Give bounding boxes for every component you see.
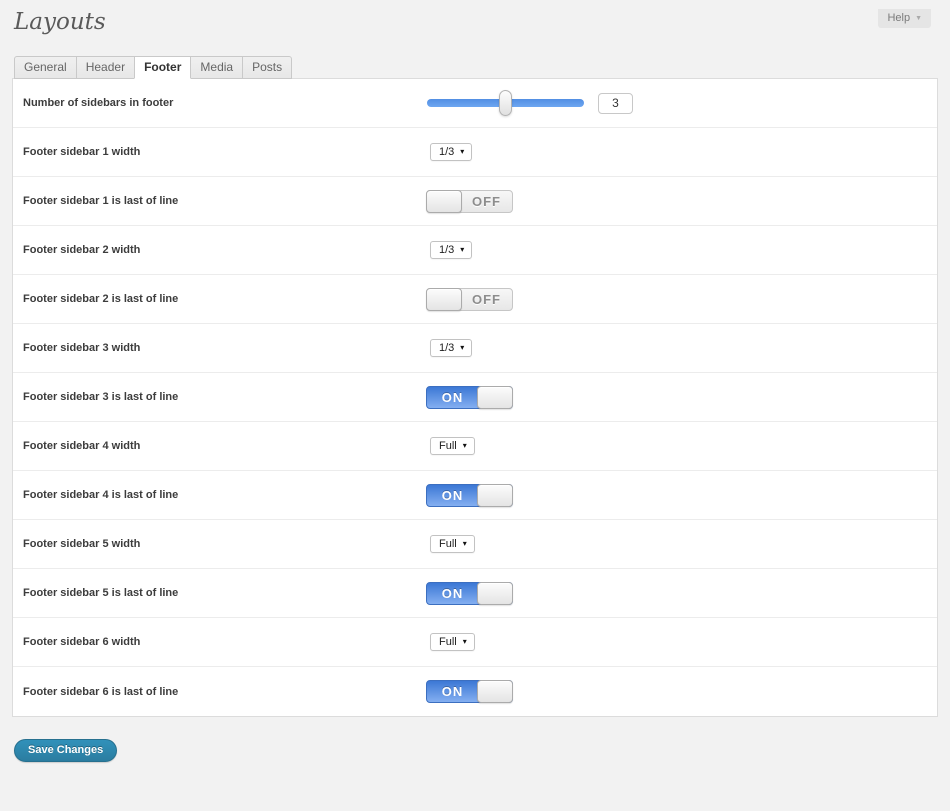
setting-label: Footer sidebar 4 width: [13, 440, 426, 452]
toggle-knob: [477, 582, 513, 605]
dropdown-arrow-icon: ▾: [460, 246, 464, 254]
tab-bar: General Header Footer Media Posts: [14, 56, 950, 79]
sidebar2-width-select[interactable]: 1/3 ▾: [430, 241, 472, 259]
sidebar3-width-select[interactable]: 1/3 ▾: [430, 339, 472, 357]
setting-label: Footer sidebar 6 is last of line: [13, 686, 426, 698]
dropdown-arrow-icon: ▾: [463, 442, 467, 450]
tab-posts[interactable]: Posts: [242, 56, 292, 79]
setting-row: Footer sidebar 4 width Full ▾: [13, 422, 937, 471]
sidebar1-last-toggle[interactable]: OFF: [426, 190, 513, 213]
setting-row: Footer sidebar 3 is last of line ON: [13, 373, 937, 422]
toggle-knob: [426, 190, 462, 213]
toggle-state-label: OFF: [461, 289, 512, 310]
tab-footer[interactable]: Footer: [134, 56, 191, 79]
setting-row: Footer sidebar 1 width 1/3 ▾: [13, 128, 937, 177]
save-changes-button[interactable]: Save Changes: [14, 739, 117, 762]
setting-row: Footer sidebar 2 is last of line OFF: [13, 275, 937, 324]
help-button[interactable]: Help ▼: [878, 9, 931, 28]
sidebar6-width-select[interactable]: Full ▾: [430, 633, 475, 651]
setting-row: Footer sidebar 2 width 1/3 ▾: [13, 226, 937, 275]
settings-panel: Number of sidebars in footer Footer side…: [12, 78, 938, 717]
help-button-label: Help: [887, 12, 910, 24]
setting-label: Footer sidebar 2 is last of line: [13, 293, 426, 305]
toggle-knob: [426, 288, 462, 311]
setting-label: Number of sidebars in footer: [13, 97, 426, 109]
toggle-knob: [477, 680, 513, 703]
dropdown-value: Full: [439, 636, 457, 648]
setting-label: Footer sidebar 5 width: [13, 538, 426, 550]
slider-handle[interactable]: [499, 90, 512, 116]
setting-label: Footer sidebar 6 width: [13, 636, 426, 648]
setting-row: Footer sidebar 1 is last of line OFF: [13, 177, 937, 226]
sidebar6-last-toggle[interactable]: ON: [426, 680, 513, 703]
tab-header[interactable]: Header: [76, 56, 135, 79]
setting-row: Footer sidebar 6 width Full ▾: [13, 618, 937, 667]
setting-row: Footer sidebar 4 is last of line ON: [13, 471, 937, 520]
chevron-down-icon: ▼: [915, 15, 922, 22]
sidebar4-last-toggle[interactable]: ON: [426, 484, 513, 507]
setting-label: Footer sidebar 1 is last of line: [13, 195, 426, 207]
setting-label: Footer sidebar 3 is last of line: [13, 391, 426, 403]
dropdown-value: Full: [439, 538, 457, 550]
setting-label: Footer sidebar 5 is last of line: [13, 587, 426, 599]
slider-track[interactable]: [427, 99, 584, 107]
toggle-state-label: ON: [427, 681, 478, 702]
sidebar5-width-select[interactable]: Full ▾: [430, 535, 475, 553]
tab-general[interactable]: General: [14, 56, 77, 79]
sidebar3-last-toggle[interactable]: ON: [426, 386, 513, 409]
setting-row: Footer sidebar 5 width Full ▾: [13, 520, 937, 569]
toggle-knob: [477, 484, 513, 507]
toggle-knob: [477, 386, 513, 409]
tab-media[interactable]: Media: [190, 56, 243, 79]
toggle-state-label: OFF: [461, 191, 512, 212]
dropdown-value: 1/3: [439, 342, 454, 354]
page-title: Layouts: [14, 9, 950, 35]
sidebar-count-input[interactable]: [598, 93, 633, 114]
dropdown-value: 1/3: [439, 244, 454, 256]
setting-label: Footer sidebar 2 width: [13, 244, 426, 256]
toggle-state-label: ON: [427, 387, 478, 408]
dropdown-arrow-icon: ▾: [460, 344, 464, 352]
setting-row: Footer sidebar 5 is last of line ON: [13, 569, 937, 618]
dropdown-arrow-icon: ▾: [463, 540, 467, 548]
dropdown-arrow-icon: ▾: [463, 638, 467, 646]
setting-label: Footer sidebar 4 is last of line: [13, 489, 426, 501]
dropdown-arrow-icon: ▾: [460, 148, 464, 156]
toggle-state-label: ON: [427, 485, 478, 506]
sidebar-count-slider: [426, 93, 633, 114]
sidebar5-last-toggle[interactable]: ON: [426, 582, 513, 605]
dropdown-value: Full: [439, 440, 457, 452]
setting-row: Footer sidebar 6 is last of line ON: [13, 667, 937, 716]
sidebar1-width-select[interactable]: 1/3 ▾: [430, 143, 472, 161]
setting-label: Footer sidebar 1 width: [13, 146, 426, 158]
setting-row: Number of sidebars in footer: [13, 79, 937, 128]
sidebar2-last-toggle[interactable]: OFF: [426, 288, 513, 311]
setting-label: Footer sidebar 3 width: [13, 342, 426, 354]
dropdown-value: 1/3: [439, 146, 454, 158]
setting-row: Footer sidebar 3 width 1/3 ▾: [13, 324, 937, 373]
toggle-state-label: ON: [427, 583, 478, 604]
sidebar4-width-select[interactable]: Full ▾: [430, 437, 475, 455]
